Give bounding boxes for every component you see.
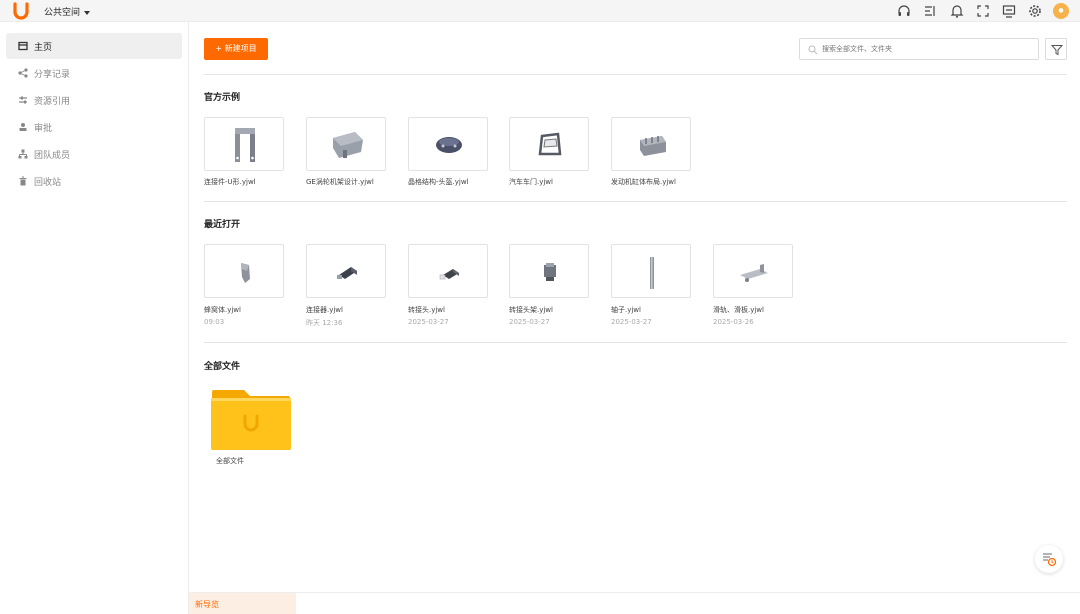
file-name: 发动机缸体布局.yjwl bbox=[611, 178, 676, 186]
file-date: 2025-03-27 bbox=[611, 318, 652, 326]
bell-icon[interactable] bbox=[949, 3, 965, 19]
file-date: 昨天 12:36 bbox=[306, 319, 343, 327]
avatar[interactable]: ● bbox=[1053, 3, 1069, 19]
sidebar-item-team[interactable]: 团队成员 bbox=[6, 141, 182, 167]
sidebar-item-trash[interactable]: 回收站 bbox=[6, 168, 182, 194]
filter-icon bbox=[1051, 45, 1063, 56]
new-project-button[interactable]: + 新建项目 bbox=[204, 38, 268, 60]
space-selector[interactable]: 公共空间 bbox=[44, 5, 91, 18]
file-name: 蜂窝体.yjwl bbox=[204, 306, 241, 314]
model-thumbnail bbox=[439, 269, 459, 280]
divider bbox=[204, 74, 1067, 75]
file-card[interactable] bbox=[611, 244, 691, 298]
history-icon bbox=[1043, 553, 1057, 567]
file-name: 晶格结构-头盔.yjwl bbox=[408, 178, 469, 186]
sidebar-item-share[interactable]: 分享记录 bbox=[6, 60, 182, 86]
divider bbox=[204, 342, 1067, 343]
file-card[interactable] bbox=[306, 244, 386, 298]
fullscreen-icon[interactable] bbox=[975, 3, 991, 19]
file-card[interactable] bbox=[408, 244, 488, 298]
model-thumbnail bbox=[235, 128, 255, 162]
model-thumbnail bbox=[740, 264, 768, 282]
model-thumbnail bbox=[436, 137, 462, 153]
section-title-recent: 最近打开 bbox=[204, 220, 241, 230]
sidebar-item-label: 审批 bbox=[34, 124, 53, 134]
file-date: 2025-03-26 bbox=[713, 318, 754, 326]
home-icon bbox=[18, 41, 28, 51]
file-name: 连接器.yjwl bbox=[306, 306, 343, 314]
sidebar-item-approval[interactable]: 审批 bbox=[6, 114, 182, 140]
file-name: 转接头.yjwl bbox=[408, 306, 445, 314]
list-icon[interactable] bbox=[922, 3, 938, 19]
file-name: 汽车车门.yjwl bbox=[509, 178, 553, 186]
model-thumbnail bbox=[241, 263, 250, 283]
file-card[interactable] bbox=[204, 117, 284, 171]
file-name: 连接件-U形.yjwl bbox=[204, 178, 256, 186]
model-thumbnail bbox=[337, 267, 357, 279]
sidebar-item-label: 团队成员 bbox=[34, 151, 71, 161]
sidebar-item-label: 回收站 bbox=[34, 178, 62, 188]
file-card[interactable] bbox=[509, 117, 589, 171]
share-icon bbox=[18, 68, 28, 78]
file-name: 滑轨、滑板.yjwl bbox=[713, 306, 764, 314]
space-name: 公共空间 bbox=[44, 8, 81, 18]
headset-icon[interactable] bbox=[896, 3, 912, 19]
gear-icon[interactable] bbox=[1027, 3, 1043, 19]
model-thumbnail bbox=[640, 136, 666, 156]
section-title-all: 全部文件 bbox=[204, 362, 241, 372]
sidebar-item-label: 资源引用 bbox=[34, 97, 71, 107]
guide-tab[interactable]: 新导览 bbox=[189, 593, 296, 614]
folder-name: 全部文件 bbox=[216, 457, 244, 465]
folder-icon bbox=[211, 390, 291, 450]
chevron-down-icon bbox=[84, 10, 91, 15]
file-card[interactable] bbox=[408, 117, 488, 171]
model-thumbnail bbox=[544, 263, 556, 281]
sidebar-item-label: 分享记录 bbox=[34, 70, 71, 80]
bottom-bar: 新导览 bbox=[189, 592, 1080, 614]
sidebar-item-label: 主页 bbox=[34, 43, 53, 53]
file-date: 2025-03-27 bbox=[509, 318, 550, 326]
file-name: GE涡轮机架设计.yjwl bbox=[306, 178, 374, 186]
file-name: 轴子.yjwl bbox=[611, 306, 641, 314]
model-thumbnail bbox=[333, 132, 363, 158]
model-thumbnail bbox=[538, 132, 562, 156]
file-date: 2025-03-27 bbox=[408, 318, 449, 326]
folder-card[interactable] bbox=[210, 388, 292, 452]
search-box bbox=[799, 38, 1039, 60]
file-card[interactable] bbox=[306, 117, 386, 171]
filter-button[interactable] bbox=[1045, 38, 1067, 60]
trash-icon bbox=[19, 176, 27, 186]
file-name: 转接头架.yjwl bbox=[509, 306, 553, 314]
divider bbox=[204, 201, 1067, 202]
section-title-official: 官方示例 bbox=[204, 93, 241, 103]
screen-icon[interactable] bbox=[1001, 3, 1017, 19]
history-button[interactable] bbox=[1035, 545, 1063, 573]
search-icon bbox=[808, 45, 818, 55]
resource-icon bbox=[19, 96, 27, 104]
team-icon bbox=[18, 149, 28, 159]
file-card[interactable] bbox=[509, 244, 589, 298]
file-card[interactable] bbox=[204, 244, 284, 298]
sidebar: 主页 分享记录 资源引用 审批 团队成员 回收站 bbox=[0, 22, 189, 614]
file-date: 09:03 bbox=[204, 318, 225, 326]
model-thumbnail bbox=[650, 257, 654, 289]
user-icon bbox=[19, 123, 27, 131]
search-input[interactable] bbox=[822, 42, 1032, 56]
sidebar-item-resources[interactable]: 资源引用 bbox=[6, 87, 182, 113]
top-bar: 公共空间 ● bbox=[0, 0, 1080, 22]
app-logo[interactable] bbox=[12, 2, 30, 20]
file-card[interactable] bbox=[611, 117, 691, 171]
file-card[interactable] bbox=[713, 244, 793, 298]
sidebar-item-home[interactable]: 主页 bbox=[6, 33, 182, 59]
